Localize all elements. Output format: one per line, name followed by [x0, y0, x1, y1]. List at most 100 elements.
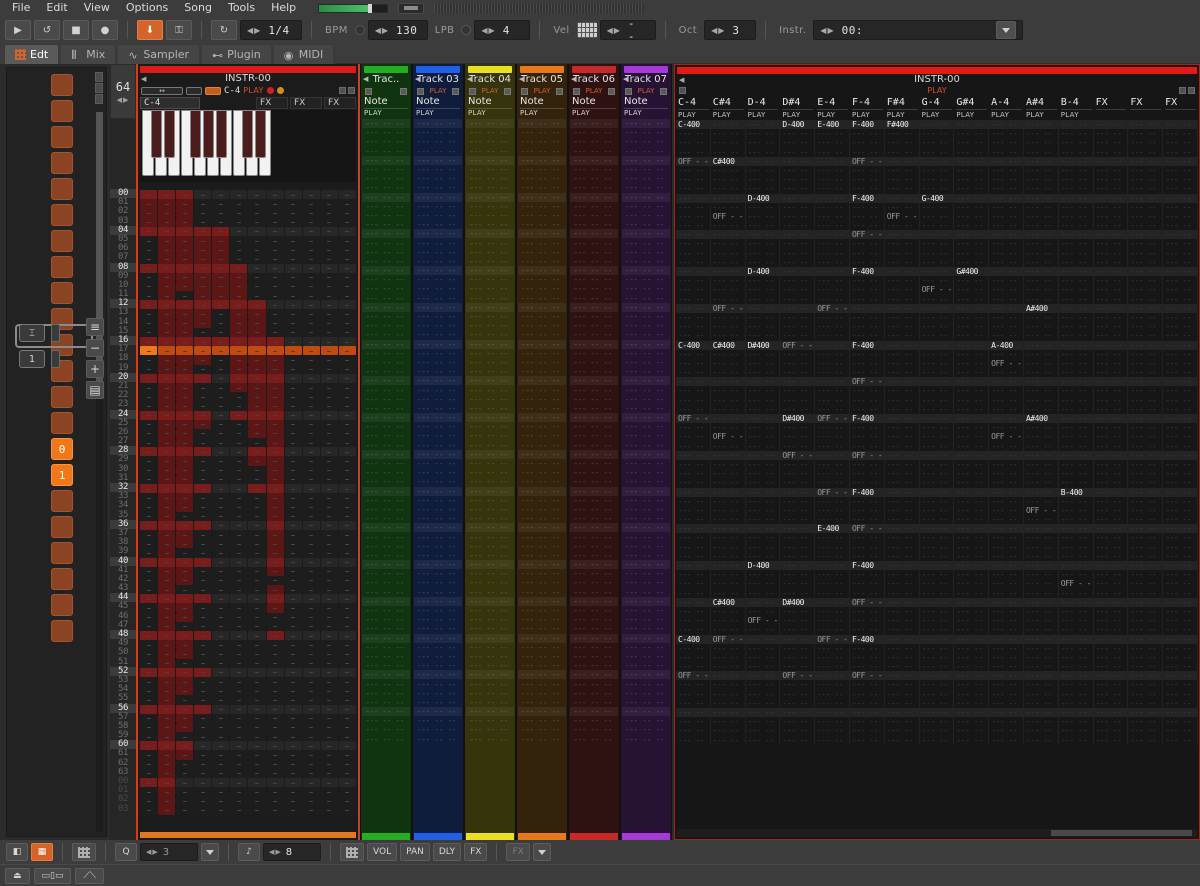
track-pattern-row[interactable]: --- -- --: [518, 220, 566, 229]
track-pattern-row[interactable]: --- -- --: [466, 578, 514, 587]
instrument-empty-cell[interactable]: --- -- --: [676, 184, 711, 194]
track-pattern-row[interactable]: --- -- --: [466, 624, 514, 633]
piano-roll-cell[interactable]: [320, 300, 338, 310]
instrument-empty-cell[interactable]: --- -- --: [676, 276, 711, 286]
instrument-empty-cell[interactable]: --- -- --: [780, 322, 816, 332]
bpm-arrows[interactable]: ◀▶: [375, 26, 389, 35]
instrument-empty-cell[interactable]: --- -- --: [1059, 303, 1094, 313]
track-pattern-row[interactable]: --- -- --: [362, 119, 410, 129]
instrument-empty-cell[interactable]: --- -- --: [815, 239, 850, 249]
piano-roll-cell[interactable]: [266, 190, 284, 200]
instrument-empty-cell[interactable]: --- -- --: [1163, 634, 1198, 644]
piano-roll-row[interactable]: [140, 382, 356, 393]
piano-roll-cell[interactable]: [230, 704, 248, 714]
instrument-empty-cell[interactable]: --- -- --: [954, 358, 990, 369]
track-pattern-row[interactable]: --- -- --: [414, 339, 462, 349]
piano-roll-cell[interactable]: [158, 667, 176, 677]
instrument-empty-cell[interactable]: --- -- --: [885, 386, 920, 396]
instrument-empty-cell[interactable]: --- -- --: [1059, 542, 1094, 552]
piano-roll-cell[interactable]: [284, 594, 302, 604]
instrument-empty-cell[interactable]: --- -- --: [954, 524, 990, 534]
instrument-empty-cell[interactable]: --- -- --: [1128, 515, 1164, 525]
piano-roll-cell[interactable]: [158, 557, 176, 567]
track-pattern-row[interactable]: --- -- --: [570, 229, 618, 239]
instrument-empty-cell[interactable]: --- -- --: [1024, 643, 1059, 653]
instrument-empty-cell[interactable]: --- -- --: [1059, 496, 1094, 506]
piano-roll-cell[interactable]: [194, 640, 212, 650]
instrument-empty-cell[interactable]: --- -- --: [1128, 459, 1164, 470]
piano-roll-cell[interactable]: [194, 539, 212, 549]
instrument-empty-cell[interactable]: --- -- --: [1128, 175, 1164, 185]
piano-roll-row[interactable]: [140, 502, 356, 512]
instrument-empty-cell[interactable]: --- -- --: [1059, 129, 1094, 139]
track-pattern-body[interactable]: --- -- -- --- -- -- --- -- -- --- -- -- --- …: [622, 119, 670, 832]
piano-roll-cell[interactable]: [176, 713, 194, 723]
track-pattern-row[interactable]: --- -- --: [362, 349, 410, 358]
piano-roll-cell[interactable]: [194, 208, 212, 218]
track-pattern-row[interactable]: --- -- --: [362, 248, 410, 257]
instrument-empty-cell[interactable]: --- -- --: [746, 294, 781, 304]
piano-roll-row[interactable]: [140, 778, 356, 788]
piano-roll-cell[interactable]: [176, 796, 194, 806]
instrument-empty-cell[interactable]: --- -- --: [815, 542, 850, 552]
piano-roll-cell[interactable]: [176, 355, 194, 365]
instrument-note-row[interactable]: --- -- ----- -- ----- -- ----- -- ----- …: [676, 588, 1198, 598]
piano-roll-cell[interactable]: [284, 520, 302, 530]
instrument-empty-cell[interactable]: --- -- --: [815, 193, 850, 203]
track-pattern-row[interactable]: --- -- --: [622, 551, 670, 560]
instrument-empty-cell[interactable]: --- -- --: [711, 129, 746, 139]
instrument-note-cell[interactable]: OFF - -: [815, 414, 850, 424]
piano-roll-cell[interactable]: [212, 722, 230, 733]
piano-roll-cell[interactable]: [212, 557, 230, 567]
track-pattern-row[interactable]: --- -- --: [518, 578, 566, 587]
piano-black-key[interactable]: [164, 110, 175, 158]
track-collapse-icon[interactable]: ◀: [415, 73, 420, 86]
piano-roll-cell[interactable]: [194, 272, 212, 282]
instrument-empty-cell[interactable]: --- -- --: [676, 129, 711, 139]
instrument-empty-cell[interactable]: --- -- --: [1128, 156, 1164, 166]
instrument-empty-cell[interactable]: --- -- --: [815, 423, 850, 433]
instrument-empty-cell[interactable]: --- -- --: [989, 395, 1024, 405]
instrument-empty-cell[interactable]: --- -- --: [850, 662, 885, 672]
piano-roll-row[interactable]: [140, 272, 356, 282]
piano-roll-cell[interactable]: [176, 447, 194, 457]
instrument-empty-cell[interactable]: --- -- --: [885, 202, 920, 212]
track-pattern-row[interactable]: --- -- --: [518, 266, 566, 276]
instrument-empty-cell[interactable]: --- -- --: [885, 505, 920, 516]
piano-roll-cell[interactable]: [320, 254, 338, 264]
piano-roll-cell[interactable]: [338, 364, 356, 374]
piano-roll-cell[interactable]: [158, 300, 176, 310]
piano-roll-cell[interactable]: [248, 456, 266, 466]
instrument-empty-cell[interactable]: --- -- --: [885, 717, 920, 727]
piano-roll-cell[interactable]: [266, 199, 284, 209]
track-pattern-row[interactable]: --- -- --: [362, 514, 410, 523]
piano-roll-cell[interactable]: [266, 447, 284, 457]
track-pattern-row[interactable]: --- -- --: [622, 339, 670, 349]
instrument-empty-cell[interactable]: --- -- --: [885, 404, 920, 414]
piano-roll-cell[interactable]: [248, 245, 266, 255]
instrument-empty-cell[interactable]: --- -- --: [1059, 616, 1094, 626]
piano-roll-cell[interactable]: [302, 447, 320, 457]
track-pattern-row[interactable]: --- -- --: [362, 339, 410, 349]
instrument-empty-cell[interactable]: --- -- --: [1163, 276, 1198, 286]
piano-roll-cell[interactable]: [176, 750, 194, 760]
track-pattern-row[interactable]: --- -- --: [518, 661, 566, 670]
piano-roll-cell[interactable]: [176, 658, 194, 668]
column-toggle-icon[interactable]: ◧: [6, 843, 28, 861]
instrument-note-row[interactable]: --- -- ----- -- ----- -- ----- -- ----- …: [676, 165, 1198, 176]
instrument-empty-cell[interactable]: --- -- --: [1094, 267, 1129, 277]
track-pattern-row[interactable]: --- -- --: [414, 679, 462, 689]
piano-roll-cell[interactable]: [158, 603, 176, 613]
piano-roll-cell[interactable]: [230, 456, 248, 466]
instrument-empty-cell[interactable]: --- -- --: [1059, 441, 1094, 451]
instrument-note-row[interactable]: --- -- ----- -- ----- -- ----- -- ----- …: [676, 404, 1198, 414]
instrument-empty-cell[interactable]: --- -- --: [954, 312, 990, 323]
piano-roll-cell[interactable]: [302, 484, 320, 494]
sequencer-list-icon[interactable]: ≡: [86, 318, 104, 336]
piano-roll-cell[interactable]: [176, 281, 194, 292]
instrument-empty-cell[interactable]: --- -- --: [885, 349, 920, 359]
instrument-empty-cell[interactable]: --- -- --: [1094, 478, 1129, 488]
piano-roll-cell[interactable]: [176, 759, 194, 769]
instrument-empty-cell[interactable]: --- -- --: [1024, 634, 1059, 644]
piano-roll-cell[interactable]: [338, 686, 356, 696]
